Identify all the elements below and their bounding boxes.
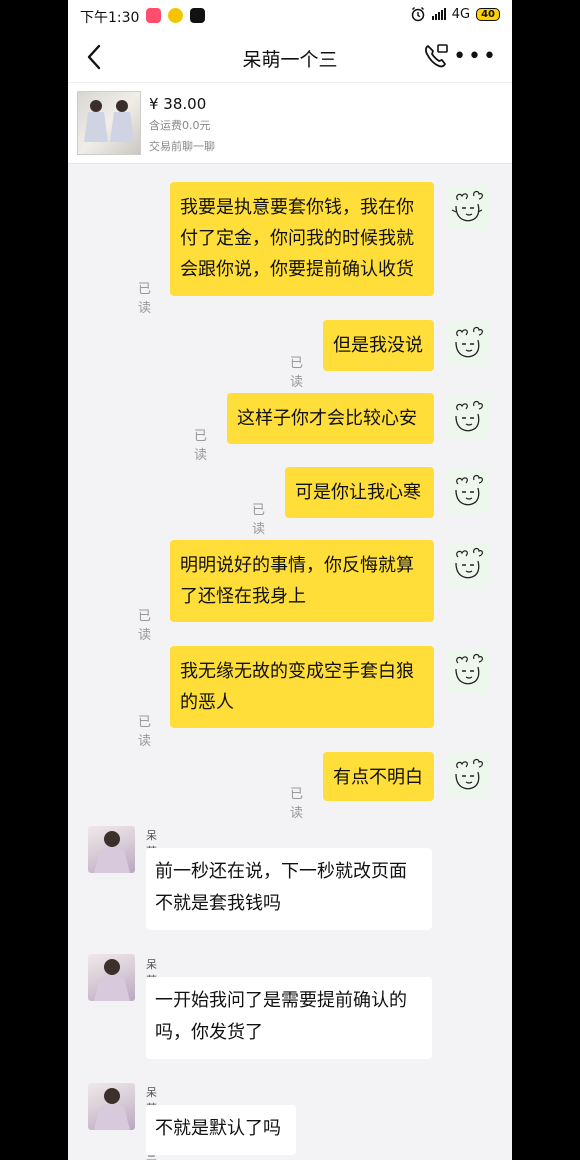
flower-doodle-avatar [455, 758, 483, 790]
product-shipping: 含运费0.0元 [149, 119, 211, 132]
flower-doodle-avatar [455, 547, 483, 579]
contact-avatar[interactable] [88, 826, 135, 873]
phone-call-icon[interactable] [422, 42, 450, 70]
app-notification-icon [168, 8, 183, 23]
my-message-bubble[interactable]: 有点不明白 [323, 752, 434, 801]
flower-doodle-avatar [455, 474, 483, 506]
product-photo [84, 100, 134, 142]
read-status: 已读 [290, 356, 304, 390]
contact-message-bubble[interactable]: 一开始我问了是需要提前确认的吗，你发货了 [146, 977, 432, 1059]
more-icon[interactable]: ••• [453, 44, 498, 69]
battery-icon: 40 [476, 7, 500, 21]
my-avatar[interactable] [446, 649, 490, 693]
status-bar: 下午1:30 4G 40 [68, 0, 512, 32]
my-avatar[interactable] [446, 322, 490, 366]
read-status: 已读 [252, 503, 266, 537]
contact-message-bubble[interactable]: 不就是默认了吗 [146, 1105, 296, 1155]
product-image [77, 91, 141, 155]
my-avatar[interactable] [446, 186, 490, 230]
chat-screen: 下午1:30 4G 40 呆萌一个三 ••• ¥ 38.00 含运费0.0元 交… [68, 0, 512, 1160]
app-notification-icon [146, 8, 161, 23]
flower-doodle-avatar [451, 190, 483, 222]
my-message-bubble[interactable]: 我要是执意要套你钱，我在你付了定金，你问我的时候我就会跟你说，你要提前确认收货 [170, 182, 434, 296]
my-avatar[interactable] [446, 754, 490, 798]
flower-doodle-avatar [455, 653, 483, 685]
my-message-bubble[interactable]: 但是我没说 [323, 320, 434, 371]
tiktok-icon [190, 8, 205, 23]
my-message-bubble[interactable]: 这样子你才会比较心安 [227, 393, 434, 444]
my-message-bubble[interactable]: 我无缘无故的变成空手套白狼的恶人 [170, 646, 434, 728]
my-avatar[interactable] [446, 543, 490, 587]
contact-avatar[interactable] [88, 1083, 135, 1130]
product-price: ¥ 38.00 [149, 95, 207, 113]
read-status: 已读 [138, 282, 152, 316]
contact-avatar[interactable] [88, 954, 135, 1001]
network-type: 4G [451, 6, 471, 22]
status-indicators: 4G 40 [410, 6, 500, 22]
my-message-bubble[interactable]: 明明说好的事情，你反悔就算了还怪在我身上 [170, 540, 434, 622]
status-time: 下午1:30 [80, 10, 140, 26]
product-card[interactable]: ¥ 38.00 含运费0.0元 交易前聊一聊 [68, 82, 512, 164]
my-avatar[interactable] [446, 470, 490, 514]
contact-photo [94, 959, 130, 1001]
nav-bar: 呆萌一个三 ••• [68, 32, 512, 82]
my-avatar[interactable] [446, 396, 490, 440]
contact-photo [94, 1088, 130, 1130]
read-status: 已读 [194, 429, 208, 463]
alarm-icon [411, 7, 424, 22]
battery-level: 40 [481, 8, 495, 20]
product-hint: 交易前聊一聊 [149, 140, 215, 153]
contact-photo [94, 831, 130, 873]
read-status: 已读 [138, 715, 152, 749]
flower-doodle-avatar [455, 400, 483, 432]
read-status: 已读 [138, 609, 152, 643]
read-status: 已读 [290, 787, 304, 821]
my-message-bubble[interactable]: 可是你让我心寒 [285, 467, 434, 518]
contact-message-bubble[interactable]: 前一秒还在说，下一秒就改页面不就是套我钱吗 [146, 848, 432, 930]
signal-icon [431, 8, 446, 20]
flower-doodle-avatar [455, 326, 483, 358]
